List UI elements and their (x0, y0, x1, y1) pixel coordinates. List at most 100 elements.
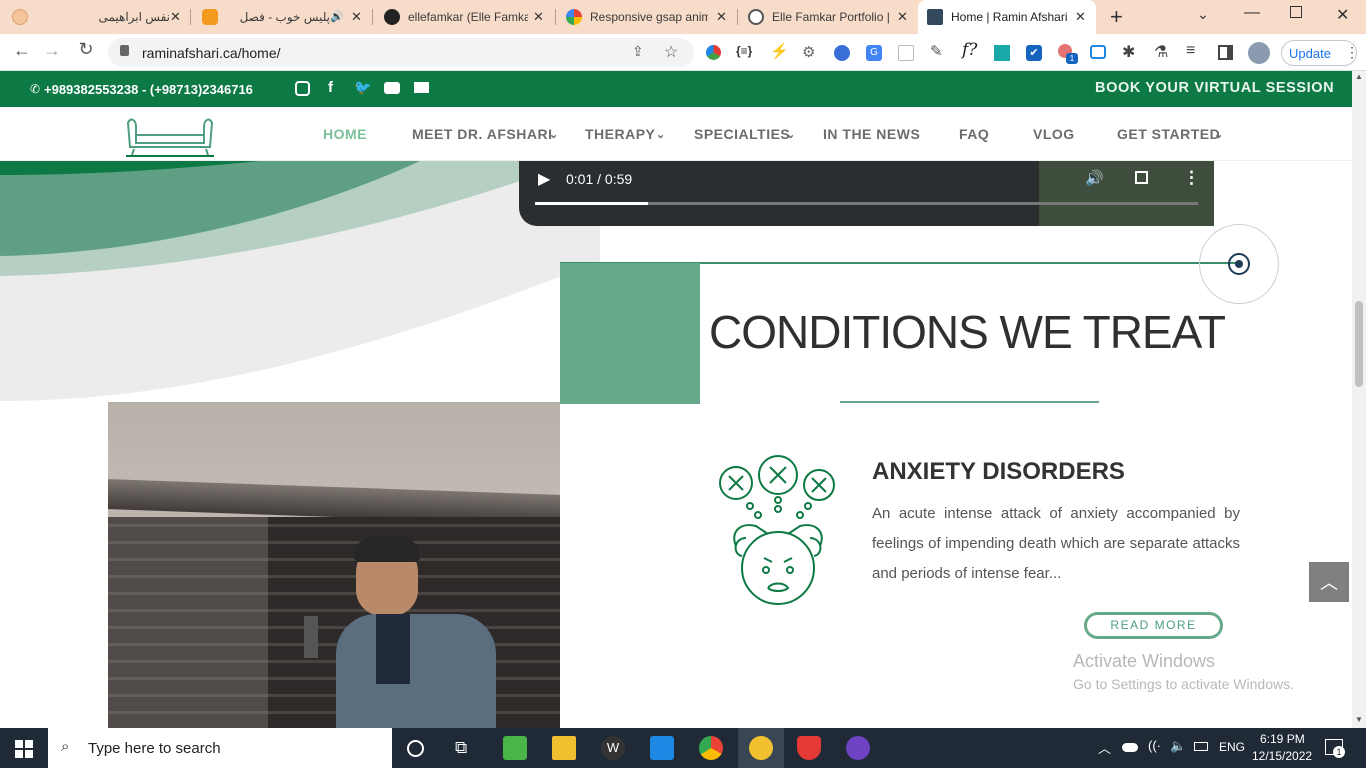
share-icon[interactable]: ⇪ (632, 43, 644, 60)
page-content: ▶ 0:01 / 0:59 🔊 ⋮ CONDITIONS WE TREAT AN… (0, 161, 1352, 728)
side-panel-icon[interactable] (1218, 45, 1233, 60)
volume-tray-icon[interactable]: 🔈 (1170, 738, 1186, 754)
video-player[interactable]: ▶ 0:01 / 0:59 🔊 ⋮ (519, 161, 1214, 226)
close-icon[interactable]: ✕ (1075, 9, 1086, 25)
media-queue-icon[interactable]: ≡ (1186, 42, 1195, 60)
nav-in-the-news[interactable]: IN THE NEWS (823, 126, 920, 142)
chrome-icon[interactable] (699, 736, 723, 760)
browser-tab[interactable]: نفس ابراهیمی ✕ (12, 0, 190, 34)
close-icon[interactable]: ✕ (716, 9, 727, 25)
tab-search-icon[interactable]: ⌄ (1197, 6, 1209, 23)
tab-title: Elle Famkar Portfolio | (772, 10, 890, 24)
video-progress-fill (535, 202, 648, 205)
scroll-down-arrow-icon[interactable]: ▼ (1355, 715, 1363, 724)
browser-tab-active[interactable]: Home | Ramin Afshari ✕ (918, 0, 1096, 34)
bookmark-star-icon[interactable]: ☆ (664, 42, 678, 62)
notification-center-icon[interactable]: 1 (1325, 739, 1345, 758)
scroll-up-arrow-icon[interactable]: ▲ (1355, 72, 1363, 81)
task-view-icon[interactable]: ⧉ (455, 738, 467, 758)
nav-vlog[interactable]: VLOG (1033, 126, 1075, 142)
vscode-icon[interactable] (650, 736, 674, 760)
checkbox-extension-icon[interactable]: ✔ (1026, 45, 1042, 61)
battery-icon[interactable] (1194, 742, 1208, 751)
onedrive-icon[interactable] (1122, 743, 1138, 752)
play-icon[interactable]: ▶ (538, 169, 550, 189)
twitter-icon[interactable]: 🐦 (354, 79, 371, 96)
new-tab-button[interactable]: + (1110, 4, 1123, 30)
menu-dots-icon[interactable]: ⋮ (1345, 44, 1359, 61)
forward-icon[interactable]: → (42, 40, 62, 61)
video-progress-track[interactable] (535, 202, 1198, 205)
wamp-icon[interactable]: W (601, 736, 625, 760)
edge-extension-icon[interactable] (834, 45, 850, 61)
close-window-icon[interactable]: ✕ (1336, 5, 1349, 25)
profile-avatar[interactable] (1248, 42, 1270, 64)
site-favicon-icon (927, 9, 943, 25)
gear-extension-icon[interactable]: ⚙ (802, 43, 815, 61)
browser-tab[interactable]: ellefamkar (Elle Famkar) ✕ (376, 0, 554, 34)
book-session-link[interactable]: BOOK YOUR VIRTUAL SESSION (1095, 80, 1334, 96)
back-to-top-button[interactable]: ︿ (1309, 562, 1349, 602)
nav-meet-dr-afshari[interactable]: MEET DR. AFSHARI (412, 126, 552, 142)
video-options-icon[interactable]: ⋮ (1183, 168, 1200, 188)
clock-date[interactable]: 12/15/2022 (1252, 749, 1312, 763)
close-icon[interactable]: ✕ (533, 9, 544, 25)
json-extension-icon[interactable]: {≡} (736, 44, 752, 58)
speaker-icon[interactable]: 🔊 (330, 10, 344, 23)
couch-logo-icon[interactable] (124, 113, 216, 157)
youtube-icon[interactable] (384, 82, 400, 94)
camtasia-icon[interactable] (503, 736, 527, 760)
title-underline (840, 401, 1099, 403)
flask-icon[interactable]: ⚗ (1154, 42, 1168, 62)
taskbar-search[interactable]: ⌕ Type here to search (48, 728, 392, 768)
language-indicator[interactable]: ENG (1219, 740, 1245, 754)
nav-faq[interactable]: FAQ (959, 126, 989, 142)
nav-therapy[interactable]: THERAPY (585, 126, 655, 142)
nav-home[interactable]: HOME (323, 126, 367, 142)
browser-tab[interactable]: 🔊 پلیس خوب - فصل ✕ (194, 0, 372, 34)
formula-extension-icon[interactable]: f? (962, 40, 977, 60)
notification-extension-icon[interactable]: 1 (1058, 44, 1078, 64)
scrollbar-thumb[interactable] (1355, 301, 1363, 387)
restore-icon[interactable] (1290, 6, 1302, 18)
close-icon[interactable]: ✕ (170, 9, 181, 25)
taskbar-active-app[interactable] (738, 728, 784, 768)
translate-extension-icon[interactable]: G (866, 45, 882, 61)
email-icon[interactable] (414, 82, 429, 93)
update-button[interactable]: Update ⋮ (1281, 40, 1359, 66)
instagram-icon[interactable] (295, 81, 310, 96)
page-scrollbar[interactable]: ▲ ▼ (1352, 71, 1366, 728)
color-picker-extension-icon[interactable] (706, 45, 721, 60)
facebook-icon[interactable]: f (328, 79, 333, 96)
screen-extension-icon[interactable] (1090, 45, 1106, 59)
nav-specialties[interactable]: SPECIALTIES (694, 126, 790, 142)
volume-icon[interactable]: 🔊 (1085, 169, 1104, 187)
reload-icon[interactable]: ↻ (76, 39, 96, 60)
github-desktop-icon[interactable] (846, 736, 870, 760)
minimize-icon[interactable]: — (1244, 4, 1260, 22)
grid-extension-icon[interactable] (898, 45, 914, 61)
puzzle-extensions-icon[interactable]: ✱ (1122, 42, 1135, 62)
browser-tab[interactable]: Elle Famkar Portfolio | ✕ (740, 0, 918, 34)
close-icon[interactable]: ✕ (897, 9, 908, 25)
browser-tab[interactable]: Responsive gsap animation ✕ (558, 0, 736, 34)
file-explorer-icon[interactable] (552, 736, 576, 760)
nav-get-started[interactable]: GET STARTED (1117, 126, 1220, 142)
clock-time[interactable]: 6:19 PM (1260, 732, 1305, 746)
fullscreen-icon[interactable] (1135, 171, 1148, 184)
brave-icon[interactable] (797, 736, 821, 760)
teal-extension-icon[interactable] (994, 45, 1010, 61)
cortana-icon[interactable] (407, 740, 424, 757)
url-text[interactable]: raminafshari.ca/home/ (142, 45, 281, 61)
back-icon[interactable]: ← (12, 40, 32, 61)
address-bar[interactable]: raminafshari.ca/home/ ⇪ ☆ (108, 38, 694, 67)
eyedropper-extension-icon[interactable]: ✎ (930, 42, 943, 60)
windows-start-icon[interactable] (15, 740, 33, 758)
lock-icon[interactable] (120, 45, 129, 56)
wifi-icon[interactable]: ((· (1148, 738, 1161, 753)
tray-chevron-up-icon[interactable]: ︿ (1098, 738, 1111, 757)
close-icon[interactable]: ✕ (351, 9, 362, 25)
read-more-button[interactable]: READ MORE (1084, 612, 1223, 639)
lightning-extension-icon[interactable]: ⚡ (770, 42, 789, 60)
phone-numbers[interactable]: +989382553238 - (+98713)2346716 (44, 82, 253, 97)
